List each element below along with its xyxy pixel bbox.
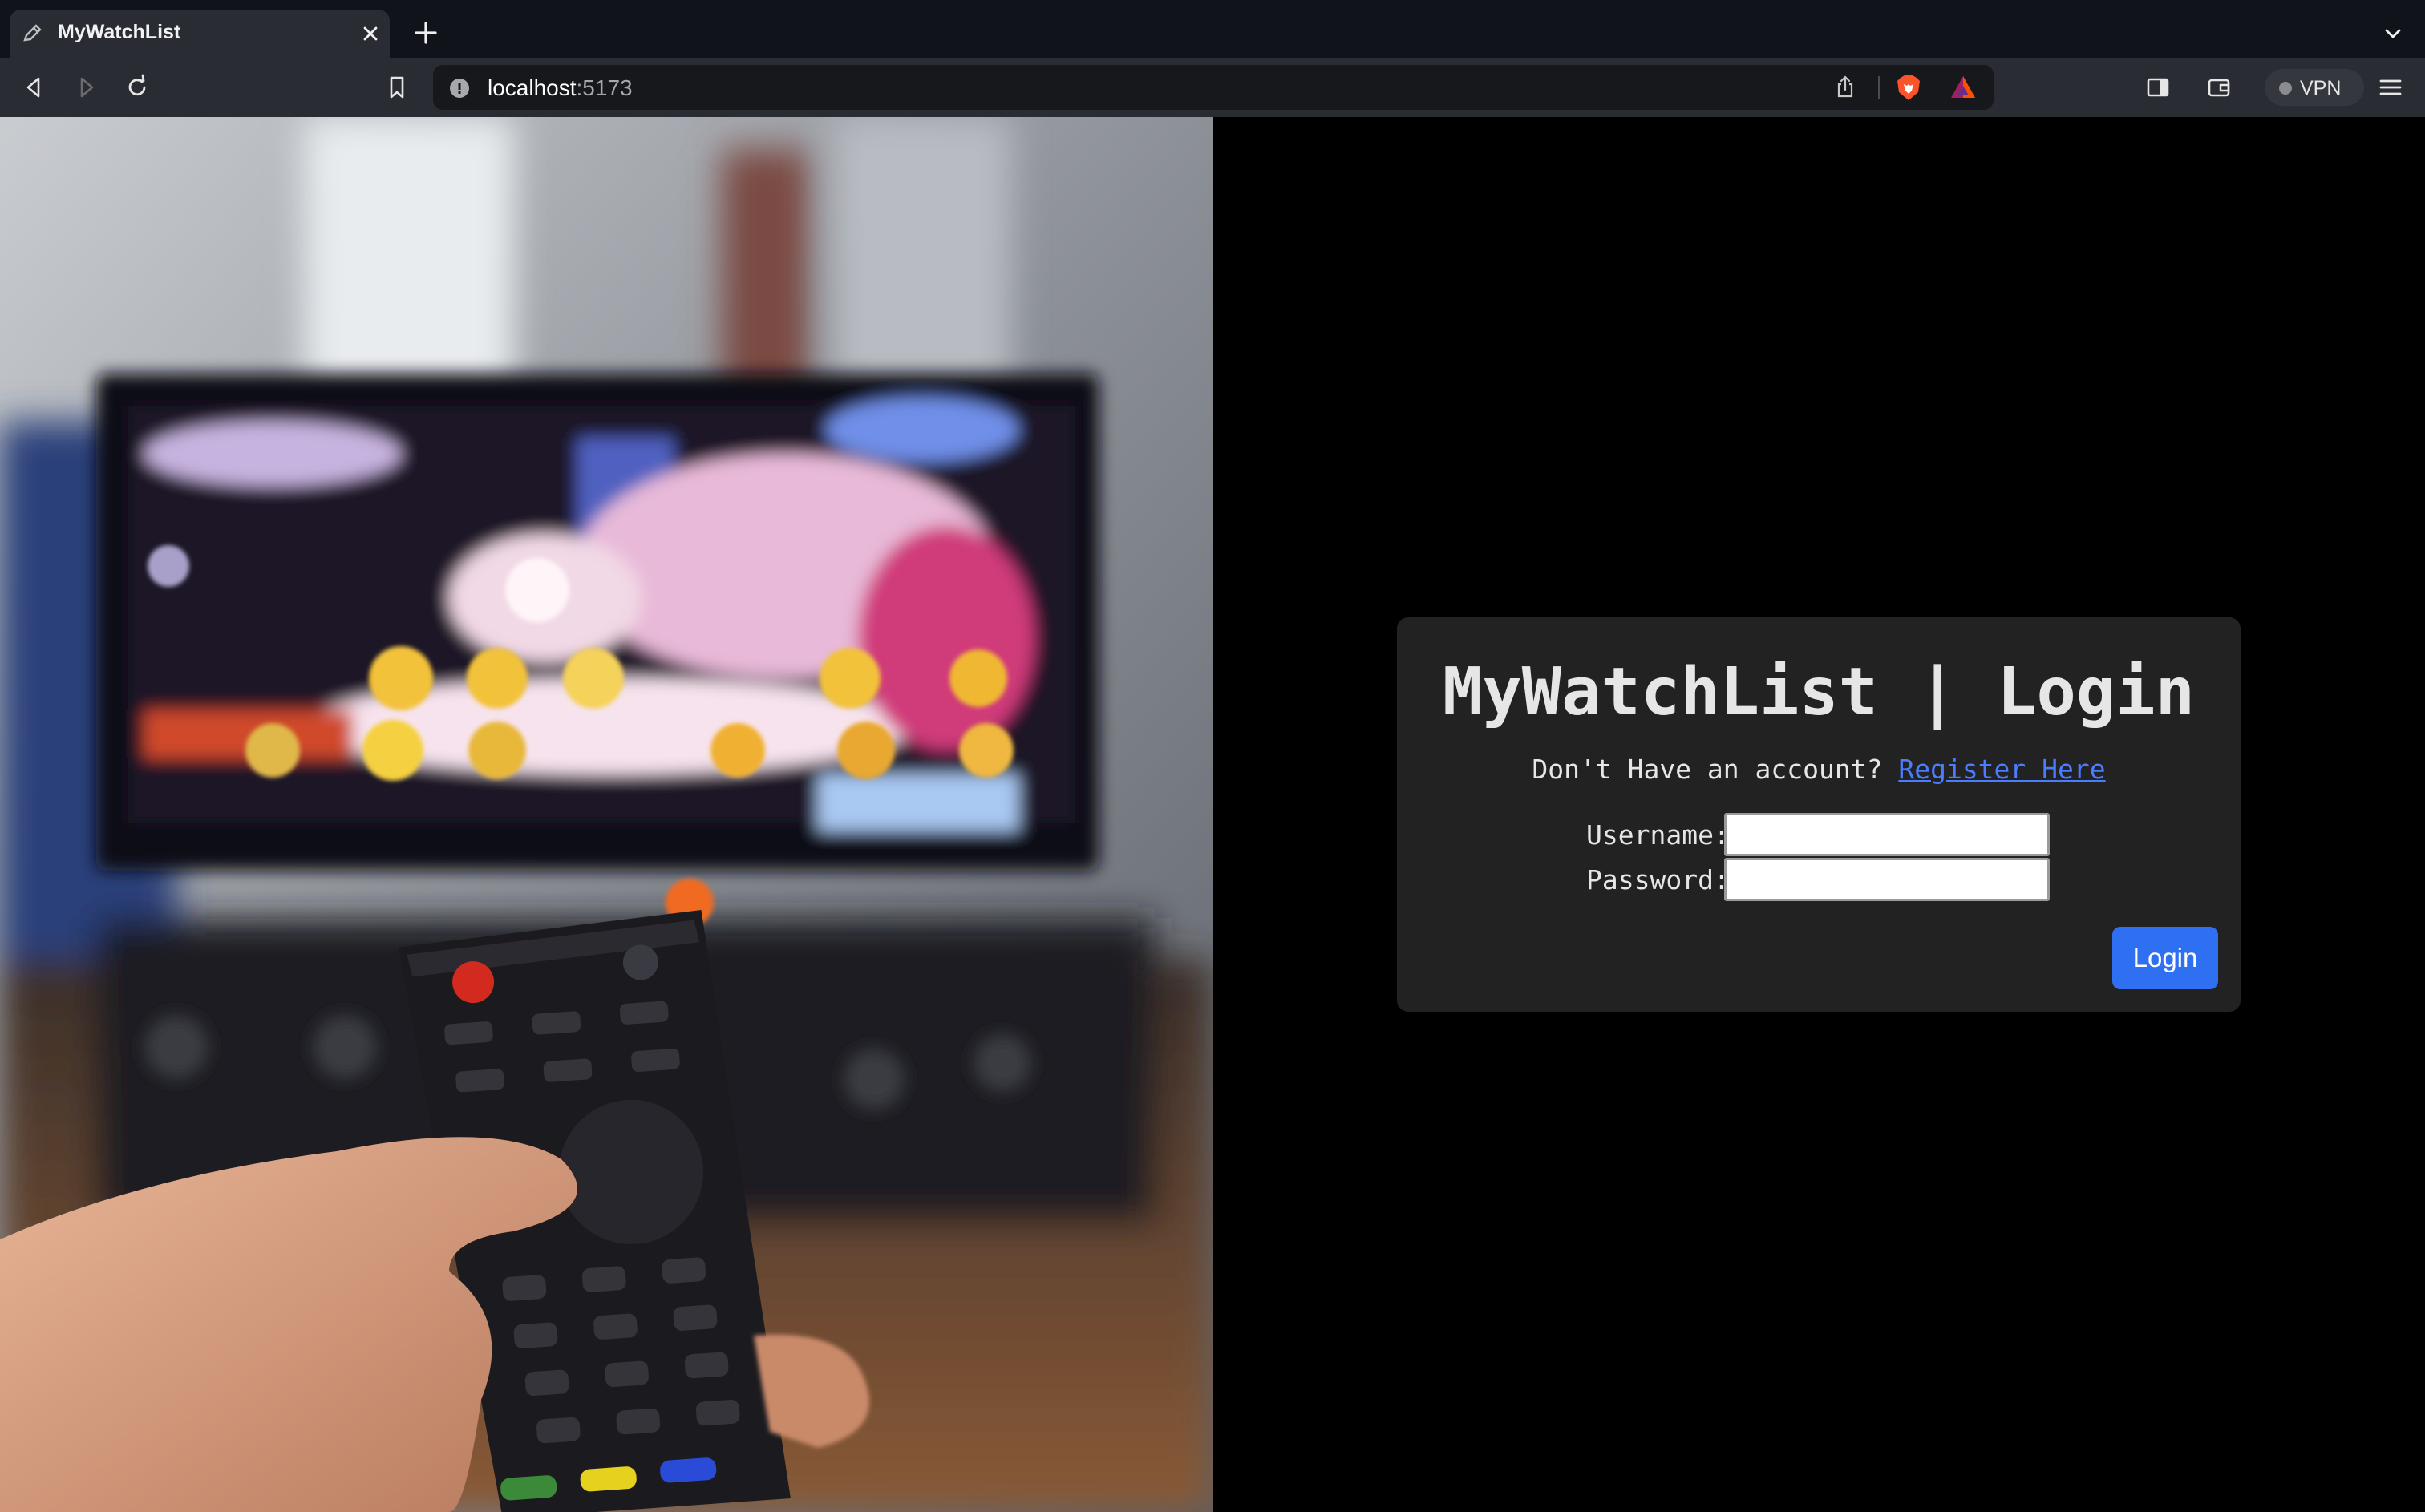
vpn-status-icon bbox=[2279, 82, 2292, 95]
url-host: localhost bbox=[488, 75, 577, 100]
chevron-down-icon[interactable] bbox=[2382, 22, 2404, 45]
pencil-icon bbox=[23, 24, 42, 42]
tab-title: MyWatchList bbox=[58, 21, 181, 43]
vpn-label: VPN bbox=[2300, 77, 2342, 99]
username-label: Username: bbox=[1586, 819, 1730, 851]
login-card: MyWatchList | Login Don't Have an accoun… bbox=[1397, 617, 2241, 1012]
divider bbox=[1878, 76, 1880, 99]
address-bar[interactable]: localhost:5173 bbox=[433, 65, 1994, 110]
bat-triangle-icon[interactable] bbox=[1949, 73, 1978, 102]
browser-tab[interactable]: MyWatchList bbox=[10, 10, 390, 58]
bookmark-icon[interactable] bbox=[383, 74, 411, 101]
username-input[interactable] bbox=[1724, 813, 2050, 856]
menu-icon[interactable] bbox=[2377, 74, 2404, 101]
info-icon[interactable] bbox=[449, 78, 470, 99]
plus-icon[interactable] bbox=[412, 19, 439, 46]
wallet-icon[interactable] bbox=[2205, 74, 2233, 101]
login-button[interactable]: Login bbox=[2112, 927, 2218, 989]
back-icon[interactable] bbox=[21, 74, 48, 101]
page-title: MyWatchList | Login bbox=[1443, 654, 2195, 730]
password-label: Password: bbox=[1586, 864, 1730, 895]
browser-toolbar: localhost:5173 VPN bbox=[0, 58, 2425, 117]
register-link[interactable]: Register Here bbox=[1898, 754, 2105, 785]
tv-remote-photo-illustration bbox=[0, 117, 1212, 1512]
register-prompt: Don't Have an account? Register Here bbox=[1397, 754, 2241, 785]
close-icon[interactable] bbox=[359, 22, 382, 45]
url-text: localhost:5173 bbox=[488, 75, 633, 101]
reload-icon[interactable] bbox=[123, 74, 151, 101]
sidebar-icon[interactable] bbox=[2144, 74, 2172, 101]
forward-icon[interactable] bbox=[72, 74, 99, 101]
register-prompt-text: Don't Have an account? bbox=[1532, 754, 1883, 785]
hero-photo bbox=[0, 117, 1212, 1512]
tab-bar: MyWatchList bbox=[0, 0, 2425, 58]
url-port: :5173 bbox=[576, 75, 633, 100]
vpn-button[interactable]: VPN bbox=[2265, 69, 2364, 106]
share-icon[interactable] bbox=[1833, 75, 1857, 99]
password-input[interactable] bbox=[1724, 858, 2050, 901]
brave-lion-icon[interactable] bbox=[1894, 73, 1923, 102]
